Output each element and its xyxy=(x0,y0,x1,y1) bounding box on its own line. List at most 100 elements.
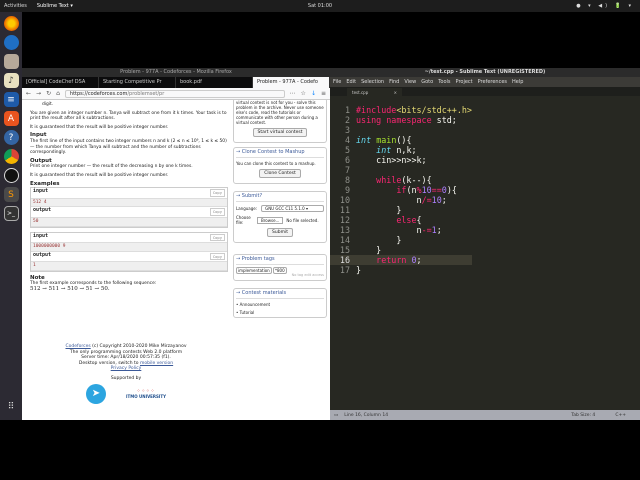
show-applications-icon[interactable]: ⠿ xyxy=(4,399,19,414)
chrome-icon[interactable] xyxy=(3,149,19,164)
bookmark-star-icon[interactable]: ☆ xyxy=(301,90,306,97)
more-icon[interactable]: ⋯ xyxy=(290,90,296,97)
language-value: GNU GCC C11 5.1.0 xyxy=(265,206,305,211)
sample-input: 1000000000 9 xyxy=(31,243,227,252)
status-bar: ▭ Line 16, Column 14 Tab Size: 4 C++ xyxy=(330,410,640,420)
sample-test-1: input Copy 512 4 output Copy 50 xyxy=(30,187,228,228)
thunderbird-icon[interactable] xyxy=(3,35,19,50)
itmo-logo[interactable]: ⁘⁘⁘⁘ ITMO UNIVERSITY xyxy=(126,389,166,400)
input-label: input xyxy=(33,232,49,239)
software-center-icon[interactable]: A xyxy=(3,111,19,126)
guarantee: It is guaranteed that the result will be… xyxy=(30,124,169,130)
tab-bar: [Official] CodeChef DSA Starting Competi… xyxy=(22,77,330,88)
tags-title: → Problem tags xyxy=(236,257,324,265)
codeforces-link[interactable]: Codeforces xyxy=(65,344,90,349)
tag-implementation[interactable]: implementation xyxy=(236,267,272,274)
code-editor[interactable]: 1 #include<bits/stdc++.h> 2 using namespace… xyxy=(330,95,472,275)
menu-edit[interactable]: Edit xyxy=(346,79,356,85)
submit-box: → Submit? Language: GNU GCC C11 5.1.0 ▾ … xyxy=(233,191,327,243)
language-label: Language: xyxy=(236,206,258,211)
menu-tools[interactable]: Tools xyxy=(438,79,450,85)
app-menu[interactable]: Sublime Text ▾ xyxy=(37,3,73,9)
sublime-text-icon[interactable]: S xyxy=(3,187,19,202)
clone-contest-box: → Clone Contest to Mashup You can clone … xyxy=(233,147,327,184)
material-announcement[interactable]: • Announcement xyxy=(236,302,324,307)
files-icon[interactable] xyxy=(3,54,19,69)
cursor-position: Line 16, Column 14 xyxy=(344,412,389,418)
sample-output: 50 xyxy=(31,217,227,227)
problem-statement: digit. You are given an integer number n… xyxy=(30,102,228,296)
menu-goto[interactable]: Goto xyxy=(421,79,433,85)
copy-button[interactable]: Copy xyxy=(209,233,225,242)
sample-input: 512 4 xyxy=(31,198,227,208)
menu-find[interactable]: Find xyxy=(389,79,399,85)
clone-title: → Clone Contest to Mashup xyxy=(236,150,324,158)
output-label: output xyxy=(33,207,52,214)
copy-button[interactable]: Copy xyxy=(209,208,225,216)
statement: You are given an integer number n. Tanya… xyxy=(30,110,227,122)
privacy-policy-link[interactable]: Privacy Policy xyxy=(111,366,142,371)
browse-button[interactable]: Browse... xyxy=(257,216,284,224)
menu-project[interactable]: Project xyxy=(456,79,473,85)
menu-icon[interactable]: ≡ xyxy=(321,90,326,97)
tab-size[interactable]: Tab Size: 4 xyxy=(571,413,595,418)
writer-icon[interactable]: ≡ xyxy=(3,92,19,107)
help-icon[interactable]: ? xyxy=(3,130,19,145)
mobile-version-link[interactable]: mobile version xyxy=(140,361,173,366)
prev-text: digit. xyxy=(42,102,54,107)
tab-codeforces[interactable]: Problem - 977A - Codefo xyxy=(253,77,330,88)
clock[interactable]: Sat 01:00 xyxy=(308,3,332,9)
top-bar: Activities Sublime Text ▾ Sat 01:00 ● ▾ … xyxy=(0,0,640,12)
panel-toggle-icon[interactable]: ▭ xyxy=(334,413,338,418)
sample-output: 1 xyxy=(31,262,227,271)
nav-bar: ← → ↻ ⌂ https://codeforces.com/problemse… xyxy=(22,88,330,100)
no-file-text: No file selected. xyxy=(286,217,319,223)
output-spec: Print one integer number — the result of… xyxy=(30,164,193,170)
note-sequence: 512 → 511 → 510 → 51 → 50. xyxy=(30,286,110,293)
input-label: input xyxy=(33,188,49,195)
copy-button[interactable]: Copy xyxy=(209,189,225,197)
guarantee-2: It is guaranteed that the result will be… xyxy=(30,172,169,178)
tab-codechef[interactable]: [Official] CodeChef DSA xyxy=(22,77,99,88)
system-tray[interactable]: ● ▾ ◀) 🔋 ▾ xyxy=(576,3,634,9)
menu-view[interactable]: View xyxy=(404,79,416,85)
telegram-logo-icon[interactable]: ➤ xyxy=(86,384,106,404)
obs-icon[interactable] xyxy=(3,168,19,183)
url-domain: https://codeforces.com xyxy=(69,90,128,97)
forward-icon[interactable]: → xyxy=(36,90,41,97)
syntax-mode[interactable]: C++ xyxy=(615,413,626,418)
sublime-title: ~/test.cpp - Sublime Text (UNREGISTERED) xyxy=(330,68,640,77)
supported-by: Supported by xyxy=(110,375,142,381)
submit-button[interactable]: Submit xyxy=(267,228,293,237)
copy-button[interactable]: Copy xyxy=(209,252,225,261)
menu-preferences[interactable]: Preferences xyxy=(478,79,507,85)
menu-file[interactable]: File xyxy=(333,79,341,85)
itmo-text: ITMO UNIVERSITY xyxy=(126,394,166,399)
terminal-icon[interactable]: >_ xyxy=(3,206,19,221)
tab-book-pdf[interactable]: book.pdf xyxy=(176,77,253,88)
url-bar[interactable]: https://codeforces.com/problemset/pr xyxy=(64,89,285,98)
tag-rating[interactable]: *800 xyxy=(272,267,287,274)
reload-icon[interactable]: ↻ xyxy=(46,90,51,97)
download-icon[interactable]: ↓ xyxy=(311,90,316,97)
rhythmbox-icon[interactable]: ♪ xyxy=(3,73,19,88)
material-label: Announcement xyxy=(239,302,271,307)
activities-button[interactable]: Activities xyxy=(4,3,27,9)
clone-text: You can clone this contest to a mashup. xyxy=(236,161,316,166)
materials-title: → Contest materials xyxy=(236,291,324,299)
firefox-icon[interactable] xyxy=(3,16,19,31)
contest-materials-box: → Contest materials • Announcement • Tut… xyxy=(233,288,327,318)
material-tutorial[interactable]: • Tutorial xyxy=(236,310,324,315)
start-virtual-contest-button[interactable]: Start virtual contest xyxy=(252,128,308,137)
language-select[interactable]: GNU GCC C11 5.1.0 ▾ xyxy=(261,205,324,212)
back-icon[interactable]: ← xyxy=(26,90,31,97)
menu-selection[interactable]: Selection xyxy=(361,79,384,85)
tab-competitive[interactable]: Starting Competitive Pr xyxy=(99,77,176,88)
virtual-text: virtual contest is not for you - solve t… xyxy=(236,100,324,125)
dock: ♪ ≡ A ? S >_ ⠿ xyxy=(0,12,22,420)
home-icon[interactable]: ⌂ xyxy=(56,90,60,97)
footer: Codeforces (c) Copyright 2010-2020 Mike … xyxy=(22,344,230,404)
sublime-window: ~/test.cpp - Sublime Text (UNREGISTERED)… xyxy=(330,68,640,420)
clone-contest-button[interactable]: Clone Contest xyxy=(259,169,301,178)
menu-help[interactable]: Help xyxy=(512,79,523,85)
